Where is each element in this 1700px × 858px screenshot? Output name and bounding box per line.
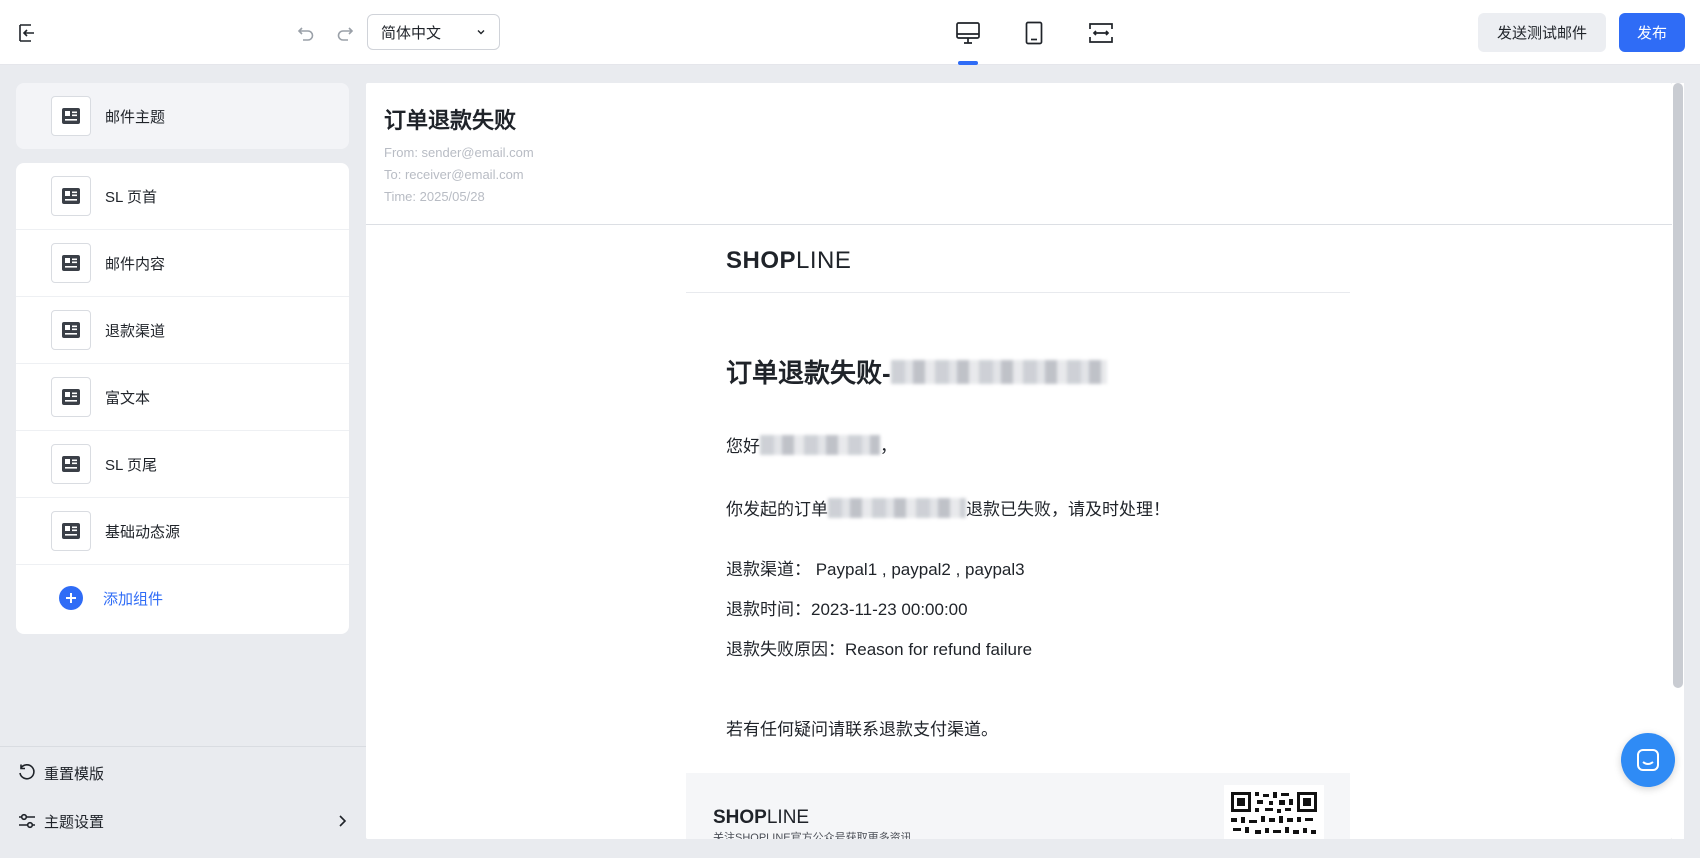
reset-template-label: 重置模版 xyxy=(44,765,105,783)
add-component-button[interactable]: 添加组件 xyxy=(16,565,349,631)
top-toolbar: 简体中文 发送测试邮件 发布 xyxy=(0,0,1700,65)
email-title: 订单退款失败- xyxy=(726,353,1107,390)
theme-settings-label: 主题设置 xyxy=(44,813,105,831)
notice-suffix: 退款已失败，请及时处理！ xyxy=(966,500,1170,519)
sidebar-footer: 重置模版 主题设置 xyxy=(0,746,366,858)
redacted-customer-name xyxy=(760,434,880,455)
sidebar-item-label: 富文本 xyxy=(105,389,151,407)
redacted-order-id xyxy=(828,497,966,518)
exit-icon[interactable] xyxy=(14,20,40,46)
chat-support-button[interactable] xyxy=(1621,733,1675,787)
add-component-label: 添加组件 xyxy=(103,590,164,608)
component-icon xyxy=(51,377,91,417)
email-title-text: 订单退款失败- xyxy=(726,358,891,388)
email-from: From: sender@email.com xyxy=(384,145,534,160)
logo-bold: SHOP xyxy=(726,247,797,274)
email-time: Time: 2025/05/28 xyxy=(384,189,485,204)
component-icon xyxy=(51,511,91,551)
refund-time-line: 退款时间：2023-11-23 00:00:00 xyxy=(726,600,968,619)
email-notice: 你发起的订单 退款已失败，请及时处理！ xyxy=(726,495,1170,520)
undo-icon[interactable] xyxy=(293,20,319,46)
sliders-icon xyxy=(19,813,35,829)
active-device-indicator xyxy=(958,61,978,65)
contact-line: 若有任何疑问请联系退款支付渠道。 xyxy=(726,720,998,739)
sidebar-item-label: SL 页首 xyxy=(105,188,157,206)
language-select-value: 简体中文 xyxy=(381,24,442,42)
email-footer: SHOPLINE 关注SHOPLINE官方公众号获取更多资讯 xyxy=(686,773,1350,839)
tablet-icon xyxy=(1025,21,1043,45)
plus-icon xyxy=(59,586,83,610)
preview-scrollbar[interactable] xyxy=(1673,83,1683,688)
send-test-email-button[interactable]: 发送测试邮件 xyxy=(1478,13,1606,52)
logo-thin: LINE xyxy=(796,247,852,274)
redacted-order-number xyxy=(890,359,1107,384)
notice-prefix: 你发起的订单 xyxy=(726,500,828,519)
footer-logo-bold: SHOP xyxy=(713,807,767,828)
sidebar-item-label: 基础动态源 xyxy=(105,523,181,541)
footer-subtext: 关注SHOPLINE官方公众号获取更多资讯 xyxy=(713,832,912,839)
sidebar-item-dynamic-source[interactable]: 基础动态源 xyxy=(16,498,349,565)
component-icon xyxy=(51,243,91,283)
reset-template-button[interactable]: 重置模版 xyxy=(17,761,104,785)
chevron-right-icon xyxy=(339,815,347,827)
sidebar-item-label: 退款渠道 xyxy=(105,322,166,340)
chat-icon xyxy=(1637,749,1659,771)
refund-reason-line: 退款失败原因：Reason for refund failure xyxy=(726,640,1033,659)
email-header: 订单退款失败 From: sender@email.com To: receiv… xyxy=(366,83,1672,225)
component-icon xyxy=(51,444,91,484)
shopline-logo: SHOPLINE xyxy=(726,247,851,275)
sidebar-item-refund-channel[interactable]: 退款渠道 xyxy=(16,297,349,364)
language-select[interactable]: 简体中文 xyxy=(367,14,500,50)
sidebar-item-email-subject[interactable]: 邮件主题 xyxy=(16,83,349,149)
component-icon xyxy=(51,176,91,216)
sidebar-item-rich-text[interactable]: 富文本 xyxy=(16,364,349,431)
component-icon xyxy=(51,96,91,136)
email-greeting: 您好 ， xyxy=(726,432,897,457)
sidebar-item-email-content[interactable]: 邮件内容 xyxy=(16,230,349,297)
fullscreen-view-button[interactable] xyxy=(1084,16,1118,50)
footer-logo: SHOPLINE xyxy=(713,807,809,829)
email-subject: 订单退款失败 xyxy=(384,108,517,133)
greeting-suffix: ， xyxy=(880,437,897,456)
fullwidth-icon xyxy=(1089,23,1113,43)
greeting-prefix: 您好 xyxy=(726,437,760,456)
email-body: SHOPLINE 订单退款失败- 您好 ， 你发起的订单 退款已失败，请及时处理… xyxy=(686,225,1350,839)
tablet-view-button[interactable] xyxy=(1017,16,1051,50)
footer-logo-thin: LINE xyxy=(766,807,810,828)
theme-settings-button[interactable]: 主题设置 xyxy=(17,809,349,833)
component-icon xyxy=(51,310,91,350)
component-list: SL 页首 邮件内容 退款渠道 富文本 SL 页尾 基础动态源 添加组件 xyxy=(16,163,349,634)
sidebar-item-label: 邮件内容 xyxy=(105,255,166,273)
reset-icon xyxy=(19,764,35,780)
email-to: To: receiver@email.com xyxy=(384,167,524,182)
email-logo-row: SHOPLINE xyxy=(686,225,1350,293)
monitor-icon xyxy=(956,22,980,44)
email-preview: 订单退款失败 From: sender@email.com To: receiv… xyxy=(366,83,1672,839)
publish-button[interactable]: 发布 xyxy=(1619,13,1685,52)
redo-icon[interactable] xyxy=(332,20,358,46)
sidebar-item-sl-footer[interactable]: SL 页尾 xyxy=(16,431,349,498)
desktop-view-button[interactable] xyxy=(951,16,985,50)
sidebar-item-sl-header[interactable]: SL 页首 xyxy=(16,163,349,230)
sidebar-item-label: SL 页尾 xyxy=(105,456,157,474)
qr-code xyxy=(1224,785,1324,839)
sidebar-item-label: 邮件主题 xyxy=(105,108,166,126)
chevron-down-icon xyxy=(477,30,485,35)
refund-channel-line: 退款渠道： Paypal1 , paypal2 , paypal3 xyxy=(726,560,1025,579)
